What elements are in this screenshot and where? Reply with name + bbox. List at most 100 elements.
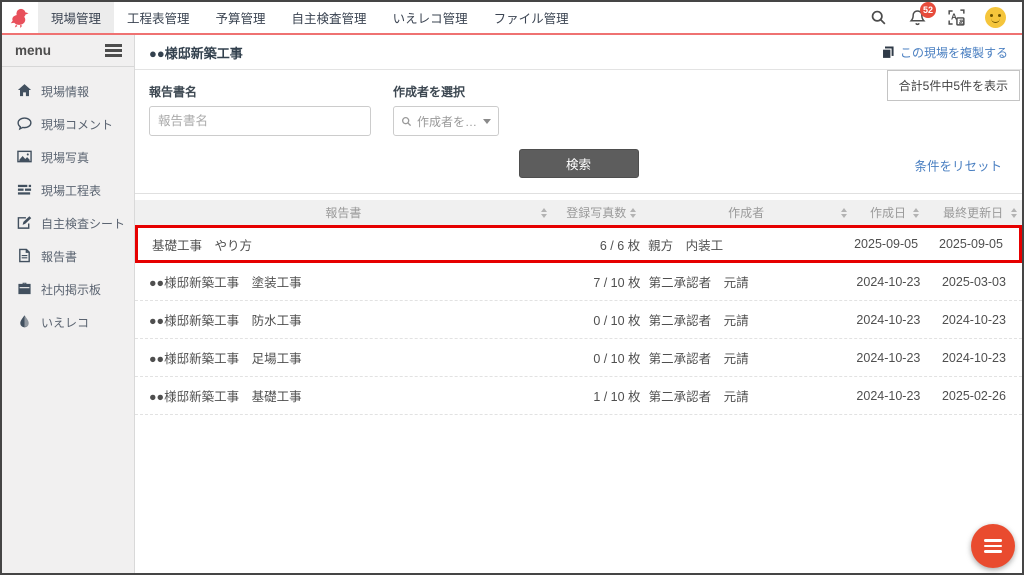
topnav-right-group: 52 A あ [868, 2, 1022, 33]
gantt-icon [17, 182, 32, 200]
cell-created: 2025-09-05 [850, 237, 922, 251]
user-avatar[interactable] [985, 7, 1006, 28]
sidebar-item[interactable]: 報告書 [2, 240, 134, 273]
cell-photos: 1 / 10 枚 [552, 386, 641, 405]
sidebar-item[interactable]: 現場写真 [2, 141, 134, 174]
report-name-input[interactable] [149, 106, 371, 136]
table-body: 基礎工事 やり方 6 / 6 枚 親方 内装工 2025-09-05 2025-… [135, 225, 1022, 415]
cell-report: ●●様邸新築工事 基礎工事 [135, 386, 552, 405]
cell-author: 第二承認者 元請 [641, 386, 852, 405]
cell-report: ●●様邸新築工事 防水工事 [135, 310, 552, 329]
sidebar-collapse-icon[interactable] [105, 42, 122, 60]
table-column-header[interactable]: 報告書 [135, 200, 552, 225]
floating-menu-button[interactable] [971, 524, 1015, 568]
cell-author: 親方 内装工 [640, 235, 850, 254]
duplicate-site-label: この現場を複製する [900, 44, 1008, 61]
main-content: ●●様邸新築工事 この現場を複製する 合計5件中5件を表示 報告書名 作成者を選… [135, 35, 1022, 573]
table-column-header[interactable]: 登録写真数 [552, 200, 641, 225]
cell-report: ●●様邸新築工事 足場工事 [135, 348, 552, 367]
comment-icon [17, 116, 32, 134]
results-summary-tooltip: 合計5件中5件を表示 [887, 70, 1020, 101]
notification-count-badge: 52 [920, 2, 936, 18]
topnav-item[interactable]: 工程表管理 [114, 2, 203, 33]
sidebar-item[interactable]: 自主検査シート [2, 207, 134, 240]
search-button[interactable]: 検索 [519, 149, 639, 178]
sidebar-item-label: 現場コメント [41, 116, 113, 133]
cell-author: 第二承認者 元請 [641, 272, 852, 291]
table-column-header[interactable]: 作成日 [852, 200, 925, 225]
home-icon [17, 83, 32, 101]
copy-icon [882, 46, 894, 59]
table-row[interactable]: ●●様邸新築工事 足場工事 0 / 10 枚 第二承認者 元請 2024-10-… [135, 339, 1022, 377]
author-select-placeholder: 作成者を選択 [417, 113, 478, 130]
cell-photos: 0 / 10 枚 [552, 310, 641, 329]
table-row[interactable]: ●●様邸新築工事 防水工事 0 / 10 枚 第二承認者 元請 2024-10-… [135, 301, 1022, 339]
sort-icon[interactable] [1011, 208, 1017, 218]
sort-icon[interactable] [630, 208, 636, 218]
sidebar-item-label: いえレコ [41, 314, 89, 331]
table-row[interactable]: 基礎工事 やり方 6 / 6 枚 親方 内装工 2025-09-05 2025-… [135, 225, 1022, 263]
brand-logo[interactable] [2, 2, 38, 33]
filter-actions: 検索 条件をリセット [135, 136, 1022, 194]
topnav-item[interactable]: 現場管理 [38, 2, 114, 33]
cell-updated: 2024-10-23 [924, 351, 1022, 365]
topnav-item[interactable]: 自主検査管理 [279, 2, 380, 33]
cell-created: 2024-10-23 [852, 389, 925, 403]
report-name-field: 報告書名 [149, 83, 371, 136]
topnav-item[interactable]: いえレコ管理 [380, 2, 481, 33]
sidebar-menu: 現場情報 現場コメント 現場写真 現場工程表 自主検査シート 報告書 社内掲示板… [2, 67, 134, 339]
cell-updated: 2025-03-03 [924, 275, 1022, 289]
svg-text:A: A [950, 13, 956, 22]
cell-updated: 2025-02-26 [924, 389, 1022, 403]
cell-created: 2024-10-23 [852, 275, 925, 289]
cell-report: 基礎工事 やり方 [138, 235, 552, 254]
sidebar: menu 現場情報 現場コメント 現場写真 現場工程表 自主検査シート 報告書 … [2, 35, 135, 573]
sidebar-item[interactable]: 社内掲示板 [2, 273, 134, 306]
chevron-down-icon [483, 119, 491, 124]
cell-photos: 0 / 10 枚 [552, 348, 641, 367]
sidebar-item-label: 社内掲示板 [41, 281, 101, 298]
photo-icon [17, 149, 32, 167]
topnav-item[interactable]: 予算管理 [203, 2, 279, 33]
duplicate-site-link[interactable]: この現場を複製する [882, 44, 1008, 61]
cell-created: 2024-10-23 [852, 351, 925, 365]
sidebar-title: menu [15, 43, 51, 58]
search-icon[interactable] [868, 8, 888, 28]
topnav-item[interactable]: ファイル管理 [481, 2, 582, 33]
sidebar-item[interactable]: 現場工程表 [2, 174, 134, 207]
sidebar-item[interactable]: いえレコ [2, 306, 134, 339]
cell-updated: 2025-09-05 [922, 237, 1019, 251]
content-title-bar: ●●様邸新築工事 この現場を複製する [135, 35, 1022, 70]
sidebar-item[interactable]: 現場コメント [2, 108, 134, 141]
translate-icon[interactable]: A あ [946, 8, 966, 28]
sort-icon[interactable] [841, 208, 847, 218]
select-search-icon [401, 116, 412, 127]
cell-updated: 2024-10-23 [924, 313, 1022, 327]
sort-icon[interactable] [913, 208, 919, 218]
sidebar-item-label: 自主検査シート [41, 215, 125, 232]
check-sheet-icon [17, 215, 32, 233]
svg-text:あ: あ [958, 18, 964, 26]
report-name-label: 報告書名 [149, 83, 371, 100]
sidebar-item-label: 現場工程表 [41, 182, 101, 199]
top-navigation-bar: 現場管理工程表管理予算管理自主検査管理いえレコ管理ファイル管理 52 A [2, 2, 1022, 35]
author-select[interactable]: 作成者を選択 [393, 106, 499, 136]
table-column-header[interactable]: 最終更新日 [924, 200, 1022, 225]
app-window: 現場管理工程表管理予算管理自主検査管理いえレコ管理ファイル管理 52 A [0, 0, 1024, 575]
table-row[interactable]: ●●様邸新築工事 基礎工事 1 / 10 枚 第二承認者 元請 2024-10-… [135, 377, 1022, 415]
table-column-header[interactable]: 作成者 [641, 200, 852, 225]
cell-photos: 7 / 10 枚 [552, 272, 641, 291]
notifications-bell-icon[interactable]: 52 [907, 8, 927, 28]
sidebar-item-label: 報告書 [41, 248, 77, 265]
reports-table: 報告書 登録写真数 作成者 作成日 最終更新日 基礎工事 やり方 6 / 6 枚… [135, 200, 1022, 415]
table-header-row: 報告書 登録写真数 作成者 作成日 最終更新日 [135, 200, 1022, 225]
author-select-field: 作成者を選択 作成者を選択 [393, 83, 499, 136]
sidebar-item[interactable]: 現場情報 [2, 75, 134, 108]
sort-icon[interactable] [541, 208, 547, 218]
cell-author: 第二承認者 元請 [641, 310, 852, 329]
cell-created: 2024-10-23 [852, 313, 925, 327]
author-select-label: 作成者を選択 [393, 83, 499, 100]
table-row[interactable]: ●●様邸新築工事 塗装工事 7 / 10 枚 第二承認者 元請 2024-10-… [135, 263, 1022, 301]
reset-conditions-link[interactable]: 条件をリセット [914, 155, 1002, 174]
cell-author: 第二承認者 元請 [641, 348, 852, 367]
